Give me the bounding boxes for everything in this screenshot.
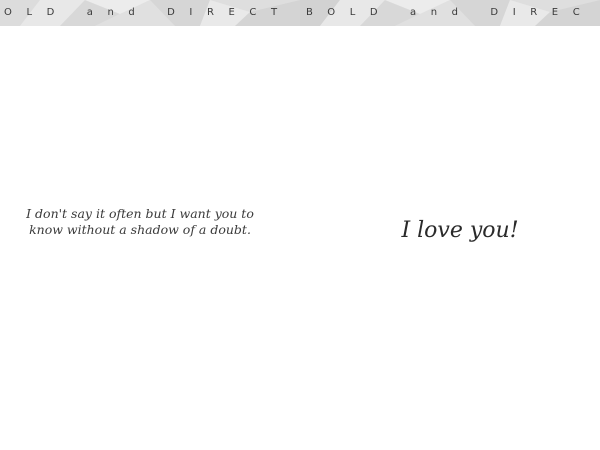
banner-left: OLD and DIRECT	[0, 0, 300, 26]
inside-left-panel: I don't say it often but I want you to k…	[0, 26, 300, 450]
banner-text: BOLD and DIREC	[306, 7, 595, 18]
banner-right: BOLD and DIREC	[300, 0, 600, 26]
card-message: I don't say it often but I want you to k…	[26, 206, 254, 237]
banner-text: OLD and DIRECT	[4, 7, 292, 18]
inside-right-panel: I love you!	[300, 26, 600, 450]
love-message: I love you!	[401, 218, 519, 243]
